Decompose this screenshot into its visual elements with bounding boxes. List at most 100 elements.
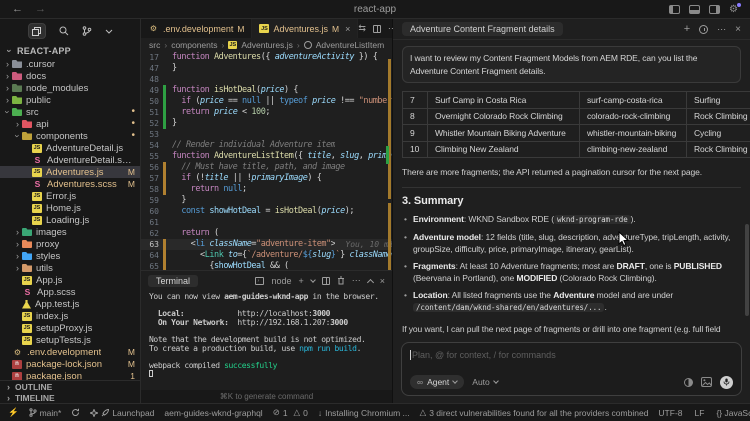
history-forward-icon[interactable]: →	[35, 3, 46, 15]
problems-indicator[interactable]: ⊘ 1 △ 0	[273, 407, 308, 418]
new-terminal-icon[interactable]: +	[298, 276, 303, 286]
encoding-indicator[interactable]: UTF-8	[658, 408, 682, 418]
code-line-47[interactable]: 47}	[141, 63, 392, 74]
code-line-57[interactable]: 57 if (!title || !primaryImage) {	[141, 173, 392, 184]
agent-mode-selector[interactable]: ∞ Agent	[410, 375, 464, 389]
tree-item-Error.js[interactable]: JSError.js	[0, 190, 140, 202]
split-terminal-icon[interactable]	[322, 277, 330, 285]
code-editor[interactable]: 17function Adventures({ adventureActivit…	[141, 51, 392, 270]
code-line-56[interactable]: 56 // Must have title, path, and image	[141, 162, 392, 173]
remote-indicator-icon[interactable]: ⚡	[8, 407, 19, 418]
tree-item-package.json[interactable]: npackage.json1	[0, 370, 140, 380]
tree-item-index.js[interactable]: JSindex.js	[0, 310, 140, 322]
sync-changes-icon[interactable]	[71, 408, 80, 417]
tree-item-src[interactable]: src•	[0, 106, 140, 118]
terminal-more-icon[interactable]: ⋯	[352, 275, 361, 286]
tree-item-setupTests.js[interactable]: JSsetupTests.js	[0, 334, 140, 346]
workspace-root[interactable]: REACT-APP	[0, 43, 140, 58]
code-line-54[interactable]: 54// Render individual Adventure item	[141, 140, 392, 151]
kill-terminal-icon[interactable]	[337, 276, 345, 285]
code-line-59[interactable]: 59 }	[141, 195, 392, 206]
voice-input-icon[interactable]	[720, 376, 733, 389]
tree-item-Adventures.scss[interactable]: SAdventures.scssM	[0, 178, 140, 190]
breadcrumb[interactable]: src› components› JS Adventures.js› Adven…	[141, 38, 392, 51]
tree-item-proxy[interactable]: proxy	[0, 238, 140, 250]
tree-item-docs[interactable]: docs	[0, 70, 140, 82]
tree-item-AdventureDetail.js[interactable]: JSAdventureDetail.js	[0, 142, 140, 154]
tab-env-development[interactable]: ⚙ .env.development M	[141, 19, 252, 38]
toggle-left-panel-icon[interactable]	[669, 5, 680, 14]
tree-item-App.js[interactable]: JSApp.js	[0, 274, 140, 286]
chat-history-icon[interactable]	[699, 25, 708, 34]
tree-item-api[interactable]: api•	[0, 118, 140, 130]
tree-item-node_modules[interactable]: node_modules	[0, 82, 140, 94]
tree-item-App.scss[interactable]: SApp.scss	[0, 286, 140, 298]
tree-item-.env.development[interactable]: ⚙.env.developmentM	[0, 346, 140, 358]
launchpad-button[interactable]: Launchpad	[90, 408, 154, 418]
toggle-bottom-panel-icon[interactable]	[689, 5, 700, 14]
code-line-51[interactable]: 51 return price < 100;	[141, 107, 392, 118]
new-chat-icon[interactable]: +	[684, 23, 690, 35]
attach-image-icon[interactable]	[701, 377, 712, 387]
history-back-icon[interactable]: ←	[12, 3, 23, 15]
terminal-dropdown-icon[interactable]	[310, 277, 316, 283]
tree-item-Adventures.js[interactable]: JSAdventures.jsM	[0, 166, 140, 178]
tree-item-setupProxy.js[interactable]: JSsetupProxy.js	[0, 322, 140, 334]
tree-item-App.test.js[interactable]: App.test.js	[0, 298, 140, 310]
language-mode[interactable]: {} JavaScript	[716, 408, 750, 418]
code-line-50[interactable]: 50 if (price == null || typeof price !==…	[141, 96, 392, 107]
settings-gear-icon[interactable]: ⚙	[729, 5, 738, 14]
open-changes-icon[interactable]: ⇆	[358, 23, 366, 34]
code-line-63[interactable]: 63 <li className="adventure-item">You, 1…	[141, 239, 392, 250]
terminal-output[interactable]: You can now view aem-guides-wknd-app in …	[141, 290, 392, 390]
tree-item-package-lock.json[interactable]: npackage-lock.jsonM	[0, 358, 140, 370]
tree-item-.cursor[interactable]: .cursor	[0, 58, 140, 70]
code-line-58[interactable]: 58 return null;	[141, 184, 392, 195]
model-selector[interactable]: Auto	[472, 377, 498, 387]
source-control-icon[interactable]	[82, 26, 92, 36]
tree-item-images[interactable]: images	[0, 226, 140, 238]
terminal-tab[interactable]: Terminal	[148, 275, 198, 287]
code-line-48[interactable]: 48	[141, 74, 392, 85]
code-line-53[interactable]: 53	[141, 129, 392, 140]
close-chat-icon[interactable]: ×	[735, 24, 741, 35]
installing-status[interactable]: ↓ Installing Chromium ...	[318, 408, 410, 418]
chat-input-box[interactable]: ∞ Agent Auto	[401, 342, 742, 396]
tree-item-components[interactable]: components•	[0, 130, 140, 142]
code-line-62[interactable]: 62 return (	[141, 228, 392, 239]
explorer-view-icon[interactable]	[28, 23, 46, 39]
code-line-60[interactable]: 60 const showHotDeal = isHotDeal(price);	[141, 206, 392, 217]
project-name[interactable]: aem-guides-wknd-graphql	[164, 408, 262, 418]
chat-session-title[interactable]: Adventure Content Fragment details	[402, 22, 563, 36]
tree-item-public[interactable]: public	[0, 94, 140, 106]
chat-scrollbar[interactable]	[745, 224, 749, 316]
maximize-panel-icon[interactable]	[367, 278, 374, 285]
close-tab-icon[interactable]: ×	[345, 24, 350, 34]
code-line-52[interactable]: 52}	[141, 118, 392, 129]
code-line-17[interactable]: 17function Adventures({ adventureActivit…	[141, 52, 392, 63]
tree-item-utils[interactable]: utils	[0, 262, 140, 274]
tree-item-AdventureDetail.scss[interactable]: SAdventureDetail.scss	[0, 154, 140, 166]
code-line-55[interactable]: 55function AdventureListItem({ title, sl…	[141, 151, 392, 162]
code-line-64[interactable]: 64 <Link to={`/adventure/${slug}`} class…	[141, 250, 392, 261]
code-line-61[interactable]: 61	[141, 217, 392, 228]
search-icon[interactable]	[59, 26, 69, 36]
code-line-65[interactable]: 65 {showHotDeal && (	[141, 261, 392, 270]
chat-prompt-input[interactable]	[412, 350, 733, 360]
code-line-49[interactable]: 49function isHotDeal(price) {	[141, 85, 392, 96]
tab-adventures-js[interactable]: JS Adventures.js M ×	[252, 19, 358, 38]
more-views-chevron-icon[interactable]	[105, 27, 113, 35]
git-branch-indicator[interactable]: main*	[29, 408, 62, 418]
eol-indicator[interactable]: LF	[695, 408, 705, 418]
tree-item-Loading.js[interactable]: JSLoading.js	[0, 214, 140, 226]
vulnerabilities-status[interactable]: △ 3 direct vulnerabilities found for all…	[420, 407, 649, 418]
close-panel-icon[interactable]: ×	[380, 276, 385, 286]
split-editor-icon[interactable]	[373, 25, 381, 33]
toggle-right-panel-icon[interactable]	[709, 5, 720, 14]
timeline-section[interactable]: TIMELINE	[0, 392, 140, 403]
tree-item-Home.js[interactable]: JSHome.js	[0, 202, 140, 214]
chat-more-icon[interactable]: ⋯	[717, 24, 726, 35]
outline-section[interactable]: OUTLINE	[0, 381, 140, 392]
context-usage-icon[interactable]	[684, 378, 693, 387]
tree-item-styles[interactable]: styles	[0, 250, 140, 262]
